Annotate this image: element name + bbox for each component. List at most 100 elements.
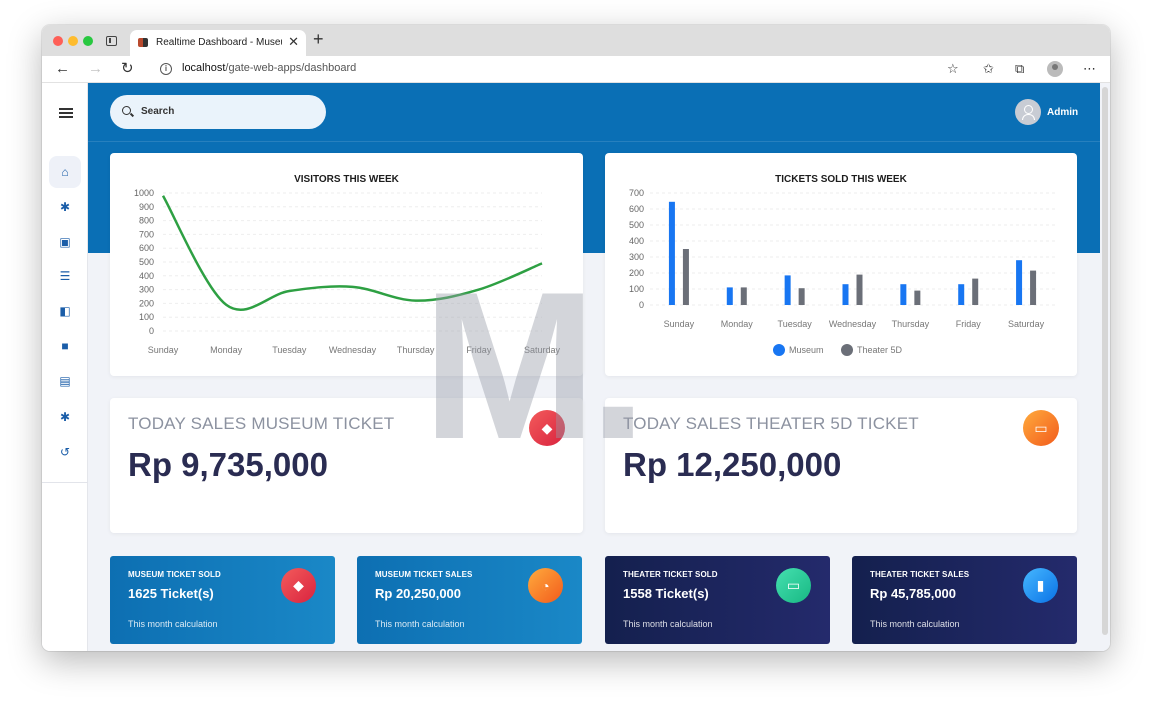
browser-window: Realtime Dashboard - Museum ✕ + ← → ↻ i … [42, 25, 1110, 651]
tag-icon: ◆ [281, 568, 316, 603]
sidebar-item-settings[interactable]: ✱ [49, 191, 81, 223]
bar-museum [900, 284, 907, 305]
bar-museum [726, 287, 733, 305]
user-name[interactable]: Admin [1047, 107, 1078, 118]
close-window-button[interactable] [53, 36, 63, 46]
y-tick-label: 200 [139, 298, 154, 308]
monitor-icon: ▭ [776, 568, 811, 603]
theater-sales-title: TODAY SALES THEATER 5D TICKET [623, 414, 919, 433]
museum-sales-value: Rp 9,735,000 [128, 446, 328, 483]
y-tick-label: 700 [629, 188, 644, 198]
x-tick-label: Wednesday [829, 319, 877, 329]
reload-button[interactable]: ↻ [121, 60, 134, 78]
bar-museum [842, 284, 849, 305]
url-text[interactable]: localhost/gate-web-apps/dashboard [182, 62, 356, 74]
stat-subtitle: This month calculation [623, 619, 713, 629]
sidebar-item-config[interactable]: ✱ [49, 401, 81, 433]
avatar[interactable] [1015, 99, 1041, 125]
legend-swatch [773, 344, 785, 356]
stat-label: THEATER TICKET SOLD [623, 570, 718, 579]
maximize-window-button[interactable] [83, 36, 93, 46]
x-tick-label: Monday [721, 319, 754, 329]
y-tick-label: 0 [639, 300, 644, 310]
favorites-icon[interactable]: ✩ [983, 60, 994, 78]
y-tick-label: 0 [149, 326, 154, 336]
y-tick-label: 300 [629, 252, 644, 262]
x-tick-label: Wednesday [329, 345, 377, 355]
collections-icon[interactable]: ⧉ [1015, 60, 1024, 78]
sidebar-item-members[interactable]: ▣ [49, 226, 81, 258]
stat-value: 1558 Ticket(s) [623, 586, 709, 601]
bar-theater-5d [972, 278, 979, 305]
bar-theater-5d [798, 288, 805, 305]
stat-subtitle: This month calculation [870, 619, 960, 629]
bar-chart-icon: ▮ [1023, 568, 1058, 603]
checklist-icon: ☰ [59, 269, 71, 283]
bar-museum [784, 275, 791, 305]
x-tick-label: Tuesday [272, 345, 307, 355]
minimize-window-button[interactable] [68, 36, 78, 46]
sidebar-item-home[interactable]: ⌂ [49, 156, 81, 188]
x-tick-label: Thursday [892, 319, 930, 329]
museum-sales-title: TODAY SALES MUSEUM TICKET [128, 414, 395, 433]
y-tick-label: 600 [629, 204, 644, 214]
browser-tab[interactable]: Realtime Dashboard - Museum ✕ [130, 30, 306, 56]
bar-museum [1016, 260, 1023, 305]
title-bar: Realtime Dashboard - Museum ✕ + [42, 25, 1110, 56]
theater-ticket-sales-card: THEATER TICKET SALES Rp 45,785,000 This … [852, 556, 1077, 644]
url-path: /gate-web-apps/dashboard [225, 62, 357, 74]
more-menu-icon[interactable]: ⋯ [1083, 60, 1096, 78]
gear-icon: ✱ [59, 200, 71, 214]
visitors-line-chart: 0 100 200 300 400 500 600 700 800 900 1000 Sunday Mo… [134, 188, 561, 355]
settings-icon: ✱ [59, 410, 71, 424]
back-button[interactable]: ← [55, 60, 70, 78]
sidebar-item-checklist[interactable]: ☰ [49, 260, 81, 292]
page-scrollbar[interactable] [1102, 87, 1108, 635]
legend-label: Museum [789, 345, 824, 355]
profile-icon[interactable] [1047, 61, 1063, 77]
info-icon[interactable]: i [160, 63, 172, 75]
sidebar-divider [42, 482, 88, 483]
pie-chart-icon: ◔ [528, 568, 563, 603]
legend-label: Theater 5D [857, 345, 903, 355]
y-tick-label: 500 [629, 220, 644, 230]
stat-value: Rp 45,785,000 [870, 586, 957, 601]
y-tick-label: 600 [139, 243, 154, 253]
y-tick-label: 900 [139, 202, 154, 212]
new-tab-button[interactable]: + [313, 29, 324, 50]
id-card-icon: ▣ [59, 235, 71, 249]
sidebar-item-history[interactable]: ↺ [49, 436, 81, 468]
stat-value: 1625 Ticket(s) [128, 586, 214, 601]
y-tick-label: 700 [139, 229, 154, 239]
sidebar-item-unlock[interactable]: ◧ [49, 295, 81, 327]
hamburger-menu-icon[interactable] [59, 108, 73, 118]
address-bar[interactable]: i localhost/gate-web-apps/dashboard [150, 58, 966, 80]
browser-toolbar: ← → ↻ i localhost/gate-web-apps/dashboar… [42, 56, 1110, 83]
x-tick-label: Saturday [1008, 319, 1045, 329]
search-icon [122, 106, 131, 115]
favicon-icon [138, 38, 148, 47]
add-favorite-icon[interactable]: ☆ [947, 60, 959, 78]
y-tick-label: 100 [139, 312, 154, 322]
bar-theater-5d [682, 249, 689, 305]
stat-label: MUSEUM TICKET SALES [375, 570, 473, 579]
sidebar-item-lock[interactable]: ■ [49, 330, 81, 362]
tab-close-icon[interactable]: ✕ [288, 34, 299, 50]
theater-sales-card: TODAY SALES THEATER 5D TICKET Rp 12,250,… [605, 398, 1077, 533]
stat-label: MUSEUM TICKET SOLD [128, 570, 221, 579]
tab-title: Realtime Dashboard - Museum [156, 37, 282, 48]
stat-subtitle: This month calculation [128, 619, 218, 629]
y-tick-label: 1000 [134, 188, 154, 198]
y-tick-label: 400 [629, 236, 644, 246]
stat-label: THEATER TICKET SALES [870, 570, 970, 579]
bar-museum [668, 201, 675, 305]
bar-theater-5d [914, 290, 921, 305]
stat-value: Rp 20,250,000 [375, 586, 462, 601]
unlock-icon: ◧ [59, 304, 71, 318]
forward-button[interactable]: → [88, 60, 103, 78]
tab-sidebar-icon[interactable] [106, 36, 117, 46]
x-tick-label: Saturday [524, 345, 561, 355]
sidebar-item-gallery[interactable]: ▤ [49, 365, 81, 397]
museum-ticket-sales-card: MUSEUM TICKET SALES Rp 20,250,000 This m… [357, 556, 582, 644]
search-input[interactable]: Search [110, 95, 326, 129]
